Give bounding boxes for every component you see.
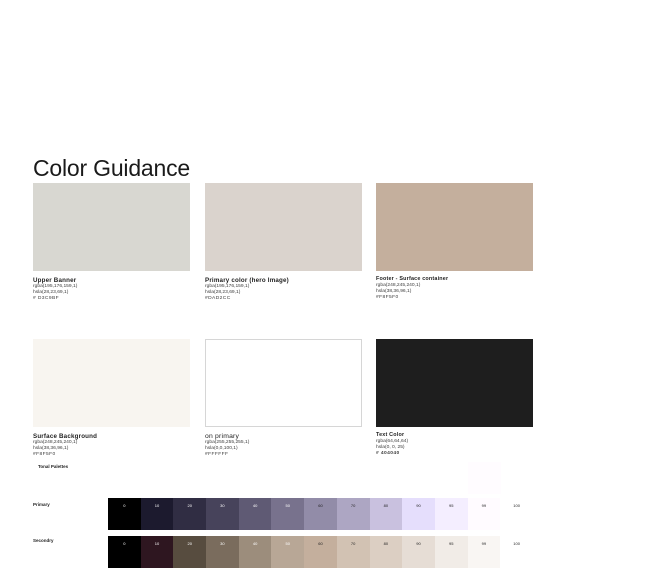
swatch-hex: #DAD2CC: [205, 296, 231, 301]
tone-swatch-40: 40: [238, 536, 272, 568]
tone-label: 30: [220, 541, 225, 546]
tone-swatch-90: 90: [402, 536, 435, 568]
tone-swatch-99: 99: [467, 536, 501, 568]
tone-label: 99: [481, 541, 487, 546]
swatch-on-primary: on primary rgba(255,255,255,1) hsla(0,0,…: [205, 339, 362, 458]
swatch-hex: # D3C9BF: [33, 296, 60, 301]
tone-swatch-80: 80: [369, 536, 403, 568]
tonal-palettes-title: Tonal Palettes: [38, 464, 69, 469]
swatch-color-box: [33, 339, 190, 427]
tone-swatch-50: 50: [271, 498, 305, 530]
swatch-color-box: [376, 183, 533, 271]
tone-label: 0: [123, 541, 126, 546]
tone-swatch-80: 80: [369, 498, 403, 530]
tone-swatch-30: 30: [206, 536, 239, 568]
swatch-hex: #F8F5F0: [33, 452, 56, 457]
tone-label: 0: [123, 503, 126, 508]
tone-swatch-95: 95: [434, 536, 468, 568]
tone-swatch-100: 100: [500, 536, 533, 568]
tonal-label-secondary: Secondry: [33, 538, 54, 543]
tone-swatch-10: 10: [140, 536, 174, 568]
tone-swatch-0: 0: [108, 498, 141, 530]
swatch-footer-surface-container: Footer - Surface container rgba(248,245,…: [376, 183, 533, 301]
tone-label: 30: [220, 503, 225, 508]
tone-label: 50: [285, 541, 290, 546]
tone-label: 50: [285, 503, 290, 508]
tone-label: 100: [513, 503, 520, 508]
tone-label: 95: [448, 541, 454, 546]
tone-label: 70: [350, 503, 356, 508]
tone-label: 40: [252, 541, 258, 546]
tone-label: 20: [187, 503, 192, 508]
tone-label: 90: [416, 503, 421, 508]
tone-swatch-60: 60: [304, 536, 337, 568]
swatch-text-color: Text Color rgba(64,64,64) hsla(0, 0, 25)…: [376, 339, 533, 457]
tonal-label-primary: Primary: [33, 502, 50, 507]
tone-swatch-10: 10: [140, 498, 174, 530]
tone-swatch-70: 70: [336, 536, 370, 568]
tone-swatch-100: 100: [500, 498, 533, 530]
swatch-color-box: [376, 339, 533, 427]
swatch-name: Primary color (hero Image): [205, 277, 289, 284]
tone-label: 80: [383, 541, 389, 546]
tone-label: 60: [318, 503, 323, 508]
swatch-name: Footer - Surface container: [376, 276, 449, 282]
swatch-surface-background: Surface Background rgba(248,245,240,1) h…: [33, 339, 190, 458]
tone-swatch-50: 50: [271, 536, 305, 568]
tone-label: 70: [350, 541, 356, 546]
tone-swatch-30: 30: [206, 498, 239, 530]
swatch-hex: #F8F5F0: [376, 295, 399, 300]
tone-swatch-20: 20: [173, 498, 207, 530]
tone-swatch-95: 95: [434, 498, 468, 530]
tone-label: 10: [154, 503, 160, 508]
swatch-hex: # 404040: [376, 451, 400, 456]
tone-swatch-90: 90: [402, 498, 435, 530]
tone-label: 20: [187, 541, 192, 546]
tone-ghost-swatch: [468, 462, 501, 494]
tone-label: 80: [383, 503, 389, 508]
tone-label: 90: [416, 541, 421, 546]
swatch-color-box: [205, 183, 362, 271]
tone-label: 60: [318, 541, 323, 546]
swatch-primary-color: Primary color (hero Image) rgba(195,176,…: [205, 183, 362, 302]
tone-label: 40: [252, 503, 258, 508]
tone-label: 95: [448, 503, 454, 508]
swatch-hex: #FFFFFF: [205, 452, 229, 457]
tone-label: 100: [513, 541, 520, 546]
page-title: Color Guidance: [33, 155, 191, 181]
tone-swatch-99: 99: [467, 498, 501, 530]
tone-swatch-0: 0: [108, 536, 141, 568]
swatch-name: Upper Banner: [33, 277, 77, 284]
swatch-color-box: [205, 339, 362, 427]
swatch-name: on primary: [205, 433, 240, 440]
tonal-row-primary: 0 10 20 30 40 50 60 70 80 90 95 99 100: [108, 498, 533, 530]
tone-label: 10: [154, 541, 160, 546]
swatch-name: Surface Background: [33, 433, 98, 440]
tone-swatch-40: 40: [238, 498, 272, 530]
swatch-color-box: [33, 183, 190, 271]
tone-label: 99: [481, 503, 487, 508]
tone-swatch-20: 20: [173, 536, 207, 568]
swatch-name: Text Color: [376, 432, 405, 438]
tone-swatch-60: 60: [304, 498, 337, 530]
swatch-upper-banner: Upper Banner rgba(195,176,159,1) hsla(28…: [33, 183, 190, 302]
tonal-row-secondary: 0 10 20 30 40 50 60 70 80 90 95 99 100: [108, 536, 533, 568]
tone-swatch-70: 70: [336, 498, 370, 530]
